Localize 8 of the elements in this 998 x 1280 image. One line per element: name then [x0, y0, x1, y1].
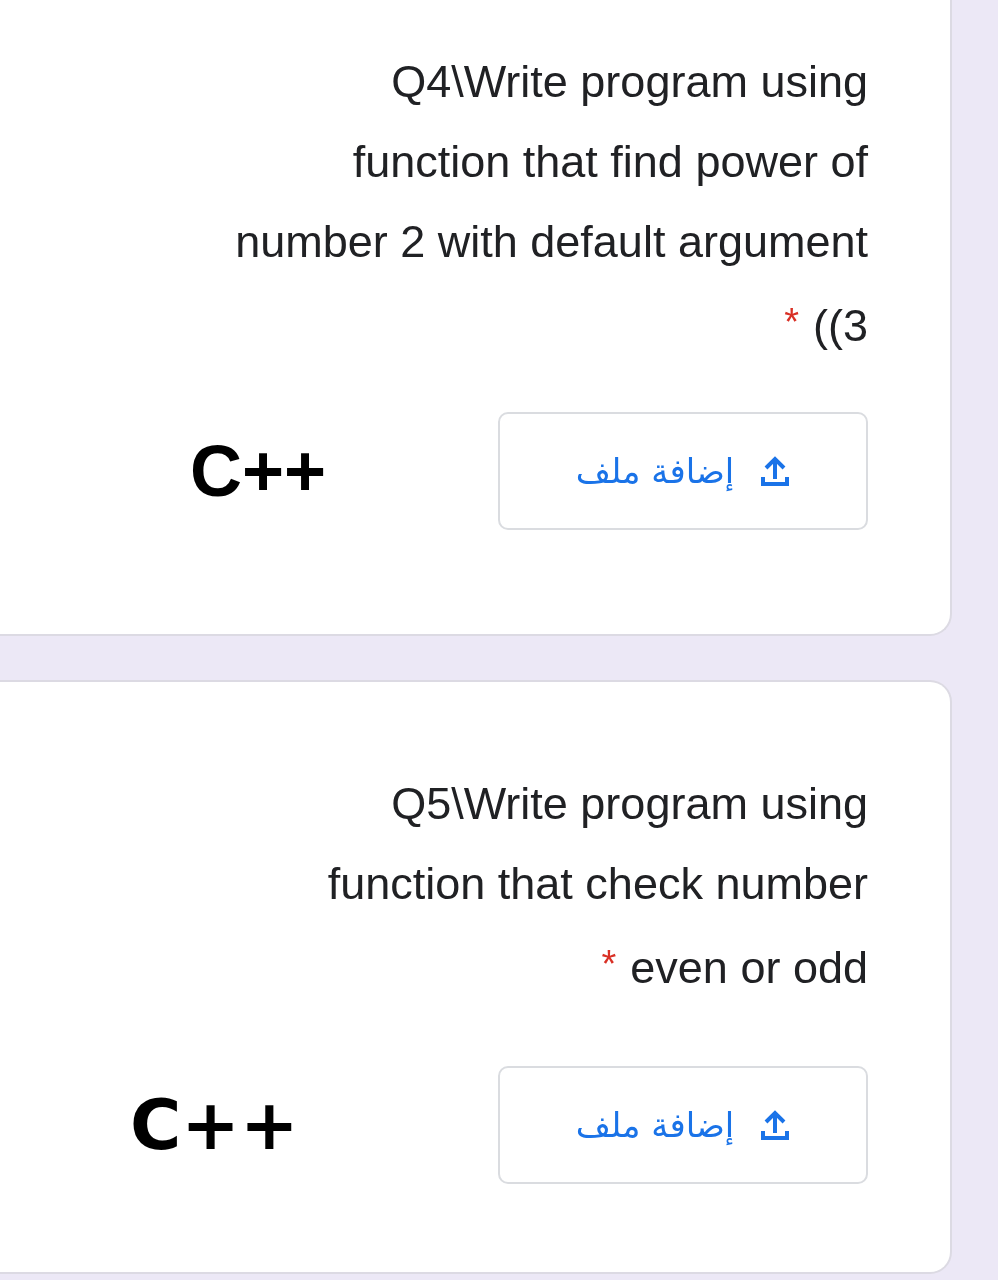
add-file-button[interactable]: إضافة ملف	[498, 1066, 868, 1184]
upload-icon	[760, 1109, 791, 1141]
add-file-button[interactable]: إضافة ملف	[498, 412, 868, 530]
question-text: Q4\Write program using function that find power of number 2 with default argument $^{*}$ ((3	[234, 55, 868, 353]
upload-icon	[760, 455, 791, 487]
language-label: C++	[190, 430, 327, 512]
language-label: C++	[130, 1084, 299, 1166]
question-text: Q5\Write program using function that check number $^{*}$ even or odd	[326, 777, 868, 995]
